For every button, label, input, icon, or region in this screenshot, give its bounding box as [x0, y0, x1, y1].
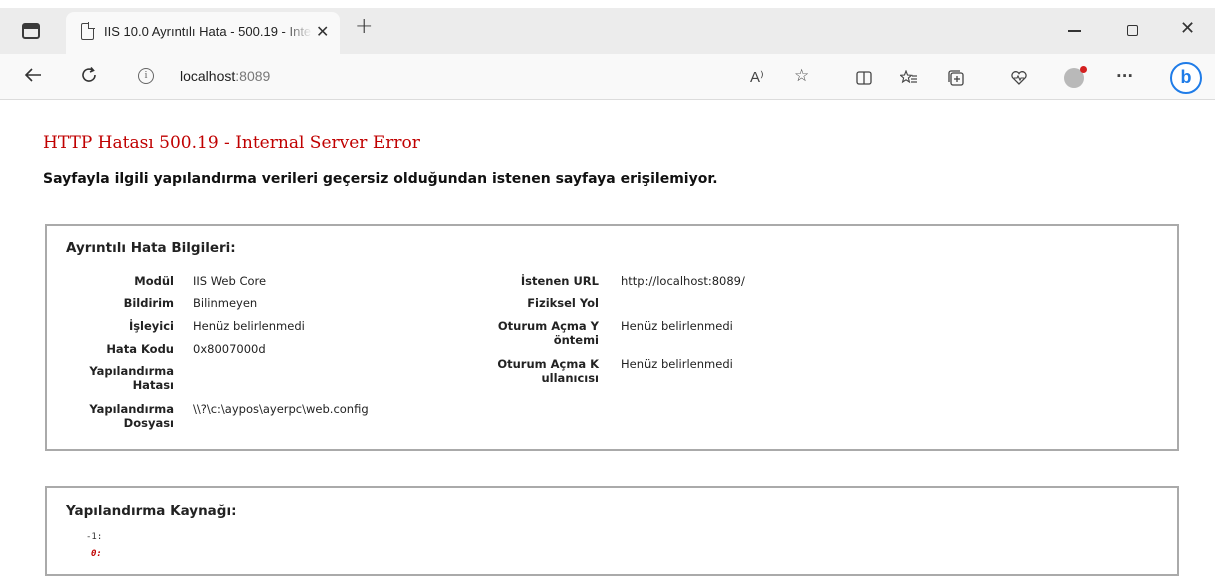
window-top-edge [0, 0, 1215, 8]
maximize-icon[interactable] [1127, 25, 1138, 36]
tab-close-icon[interactable]: ✕ [316, 22, 329, 42]
detailed-error-heading: Ayrıntılı Hata Bilgileri: [66, 240, 236, 256]
value-error-code: 0x8007000d [193, 342, 266, 356]
value-notification: Bilinmeyen [193, 296, 258, 310]
config-source-line-highlighted: 0: [91, 549, 102, 559]
label-notification: Bildirim [123, 296, 174, 310]
label-error-code: Hata Kodu [106, 342, 174, 356]
split-screen-icon[interactable] [856, 70, 872, 89]
config-source-line: -1: [86, 532, 103, 542]
label-config-file-l2: Dosyası [123, 416, 174, 430]
value-logon-method: Henüz belirlenmedi [621, 319, 733, 333]
config-source-panel: Yapılandırma Kaynağı: -1: 0: [45, 486, 1179, 576]
label-config-file-l1: Yapılandırma [89, 402, 174, 416]
label-logon-user-l2: ullanıcısı [541, 371, 599, 385]
label-logon-method-l1: Oturum Açma Y [497, 319, 599, 333]
more-icon[interactable]: ··· [1116, 68, 1133, 84]
url-text[interactable]: localhost:8089 [180, 68, 270, 84]
favorites-icon[interactable] [899, 69, 918, 89]
collections-icon[interactable] [948, 70, 964, 89]
health-icon[interactable] [1010, 70, 1028, 89]
label-logon-user: Oturum Açma Kullanıcısı [497, 357, 599, 385]
minimize-icon[interactable] [1068, 30, 1081, 32]
address-bar[interactable]: i localhost:8089 [124, 60, 824, 94]
label-config-error-l2: Hatası [132, 378, 174, 392]
url-host: localhost [180, 68, 236, 84]
label-physical-path: Fiziksel Yol [527, 296, 599, 310]
back-icon[interactable] [24, 67, 42, 88]
tab-title: IIS 10.0 Ayrıntılı Hata - 500.19 - Inter… [104, 24, 312, 39]
label-config-file: Yapılandırma Dosyası [89, 402, 174, 430]
value-module: IIS Web Core [193, 274, 267, 288]
page-icon [81, 22, 95, 40]
refresh-icon[interactable] [80, 66, 98, 89]
label-logon-method: Oturum Açma Yöntemi [498, 319, 599, 347]
label-config-error: Yapılandırma Hatası [89, 364, 174, 392]
new-tab-icon[interactable]: + [355, 16, 373, 38]
active-tab[interactable]: IIS 10.0 Ayrıntılı Hata - 500.19 - Inter… [66, 12, 340, 54]
error-subtitle: Sayfayla ilgili yapılandırma verileri ge… [43, 171, 718, 187]
value-config-file: \\?\c:\aypos\ayerpc\web.config [193, 402, 369, 416]
label-logon-method-l2: öntemi [553, 333, 599, 347]
value-handler: Henüz belirlenmedi [193, 319, 305, 333]
bing-icon[interactable]: b [1170, 62, 1202, 94]
config-source-heading: Yapılandırma Kaynağı: [66, 503, 237, 519]
label-requested-url: İstenen URL [520, 274, 599, 288]
favorite-icon[interactable]: ☆ [794, 68, 809, 85]
tab-bar: IIS 10.0 Ayrıntılı Hata - 500.19 - Inter… [0, 0, 1215, 54]
info-icon[interactable]: i [138, 68, 154, 84]
error-title: HTTP Hatası 500.19 - Internal Server Err… [43, 133, 420, 153]
label-config-error-l1: Yapılandırma [89, 364, 174, 378]
value-requested-url: http://localhost:8089/ [621, 274, 745, 288]
navigation-bar: i localhost:8089 A⁾ ☆ ··· b [0, 54, 1215, 100]
tab-actions-icon[interactable] [22, 23, 40, 39]
profile-icon[interactable] [1064, 66, 1087, 88]
label-module: Modül [134, 274, 174, 288]
read-aloud-icon[interactable]: A⁾ [750, 70, 764, 86]
label-handler: İşleyici [128, 319, 174, 333]
url-port: :8089 [235, 68, 271, 84]
label-logon-user-l1: Oturum Açma K [497, 357, 599, 371]
value-logon-user: Henüz belirlenmedi [621, 357, 733, 371]
page-content: HTTP Hatası 500.19 - Internal Server Err… [0, 101, 1215, 586]
detailed-error-panel: Ayrıntılı Hata Bilgileri: Modül Bildirim… [45, 224, 1179, 451]
window-close-icon[interactable]: ✕ [1180, 18, 1195, 40]
